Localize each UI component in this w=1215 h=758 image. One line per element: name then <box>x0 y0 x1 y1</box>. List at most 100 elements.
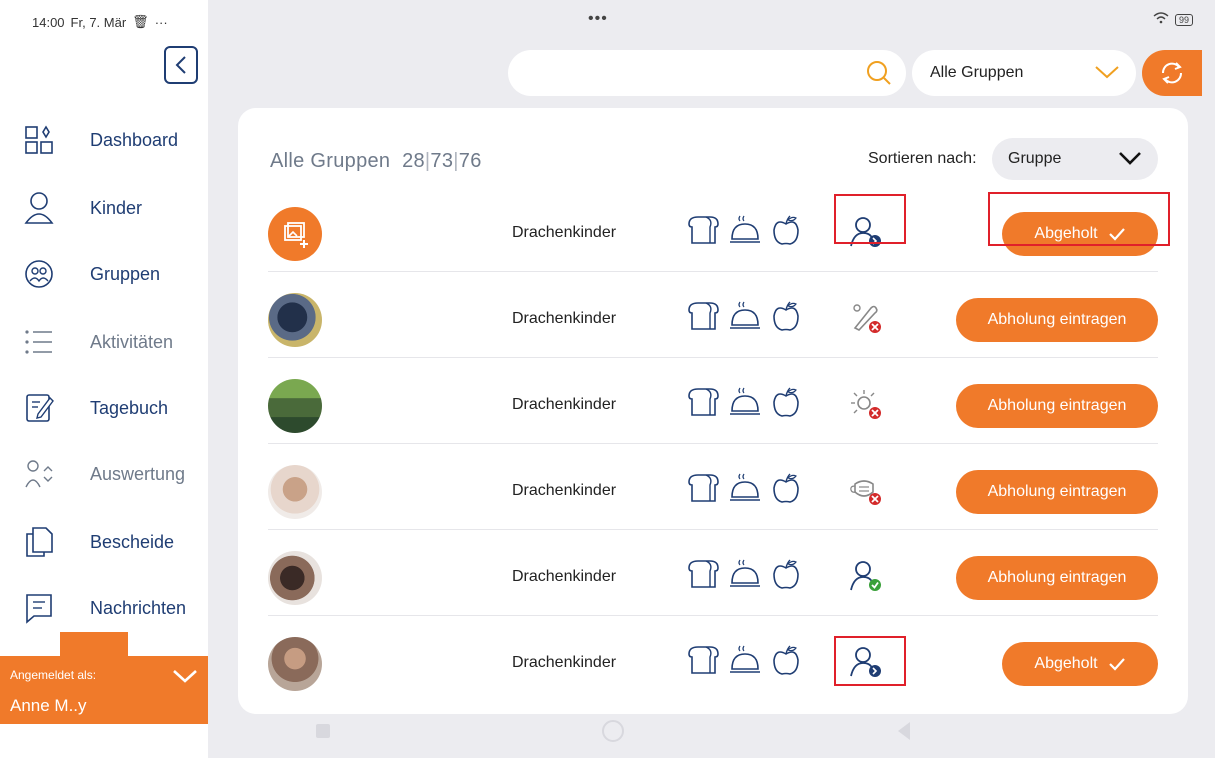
login-tab <box>60 632 128 658</box>
sidebar-item-label: Auswertung <box>90 463 186 484</box>
sidebar: 14:00 Fr, 7. Mär 🗑 ··· Dashboard Kinder … <box>0 0 208 758</box>
highlight-box <box>834 636 906 686</box>
sidebar-item-gruppen[interactable]: Gruppen <box>22 254 202 294</box>
sidebar-item-auswertung[interactable]: Auswertung <box>22 454 202 494</box>
apple-icon <box>773 215 799 245</box>
more-notifications: ··· <box>154 14 168 30</box>
group-name: Drachenkinder <box>512 310 617 327</box>
refresh-button[interactable] <box>1142 50 1202 96</box>
add-photo-icon[interactable] <box>268 207 322 261</box>
status-icons: 99 <box>1153 12 1193 27</box>
highlight-box <box>988 192 1170 246</box>
child-avatar[interactable] <box>268 465 322 519</box>
button-label: Abholung eintragen <box>987 397 1127 414</box>
meal-icons <box>686 472 802 504</box>
back-button[interactable] <box>898 722 910 740</box>
children-list-card: Alle Gruppen 28|73|76 Sortieren nach: Gr… <box>238 108 1188 714</box>
table-row[interactable]: Drachenkinder Abholung eintragen <box>268 530 1158 616</box>
refresh-icon <box>1161 62 1183 84</box>
diary-icon <box>22 391 56 425</box>
count-total: 73 <box>430 150 454 172</box>
card-title-text: Alle Gruppen <box>270 150 391 172</box>
sidebar-item-nachrichten[interactable]: Nachrichten <box>22 588 202 628</box>
date: Fr, 7. Mär <box>70 14 127 30</box>
sidebar-item-label: Nachrichten <box>90 597 187 618</box>
search-icon[interactable] <box>866 60 892 91</box>
apple-icon <box>773 387 799 417</box>
sidebar-item-label: Kinder <box>90 197 143 218</box>
search-input[interactable] <box>508 50 906 96</box>
chevron-down-icon[interactable] <box>172 668 198 689</box>
window-dots: ••• <box>588 10 608 27</box>
breakfast-icon <box>688 474 719 502</box>
user-name: Anne M..y <box>10 696 87 715</box>
evaluation-icon <box>22 457 56 491</box>
lunch-icon <box>730 559 760 587</box>
button-label: Abholung eintragen <box>987 483 1127 500</box>
thermometer-cross-icon[interactable] <box>846 300 886 336</box>
clock: 14:00 <box>32 14 65 30</box>
register-pickup-button[interactable]: Abholung eintragen <box>956 470 1158 514</box>
collapse-sidebar-button[interactable] <box>164 46 198 84</box>
register-pickup-button[interactable]: Abholung eintragen <box>956 298 1158 342</box>
person-check-icon[interactable] <box>846 558 886 594</box>
wifi-icon <box>1153 12 1169 27</box>
table-row[interactable]: Drachenkinder Abholung eintragen <box>268 272 1158 358</box>
table-row[interactable]: Drachenkinder Abgeholt <box>268 186 1170 272</box>
count-registered: 76 <box>458 150 482 172</box>
sort-label: Sortieren nach: <box>868 150 977 167</box>
breakfast-icon <box>688 216 719 244</box>
child-avatar[interactable] <box>268 293 322 347</box>
sidebar-item-label: Dashboard <box>90 129 179 150</box>
sidebar-item-label: Bescheide <box>90 531 175 552</box>
sidebar-item-tagebuch[interactable]: Tagebuch <box>22 388 202 428</box>
documents-icon <box>22 525 56 559</box>
child-avatar[interactable] <box>268 551 322 605</box>
meal-icons <box>686 300 802 332</box>
status-bar: 14:00 Fr, 7. Mär 🗑 ··· <box>32 14 168 30</box>
breakfast-icon <box>688 302 719 330</box>
android-nav-bar <box>208 714 1215 758</box>
meal-icons <box>686 644 802 676</box>
sort-select[interactable]: Gruppe <box>992 138 1158 180</box>
messages-icon <box>22 591 56 625</box>
group-name: Drachenkinder <box>512 482 617 499</box>
picked-up-button[interactable]: Abgeholt <box>1002 642 1158 686</box>
group-filter-select[interactable]: Alle Gruppen <box>912 50 1136 96</box>
groups-icon <box>22 257 56 291</box>
sort-value: Gruppe <box>1008 150 1062 167</box>
register-pickup-button[interactable]: Abholung eintragen <box>956 384 1158 428</box>
sidebar-item-kinder[interactable]: Kinder <box>22 188 202 228</box>
table-row[interactable]: Drachenkinder Abgeholt <box>268 616 1158 702</box>
table-row[interactable]: Drachenkinder Abholung eintragen <box>268 358 1158 444</box>
breakfast-icon <box>688 388 719 416</box>
meal-icons <box>686 214 802 246</box>
recents-button[interactable] <box>316 724 330 738</box>
child-avatar[interactable] <box>268 379 322 433</box>
sidebar-item-dashboard[interactable]: Dashboard <box>22 120 202 160</box>
chevron-down-icon <box>1094 64 1120 85</box>
highlight-box <box>834 194 906 244</box>
logged-in-user[interactable]: Angemeldet als: Anne M..y <box>0 656 208 724</box>
button-label: Abgeholt <box>1034 655 1098 672</box>
sun-cross-icon[interactable] <box>846 386 886 422</box>
apple-icon <box>773 645 799 675</box>
count-present: 28 <box>402 150 425 172</box>
mask-cross-icon[interactable] <box>846 472 886 508</box>
chevron-down-icon <box>1118 150 1142 171</box>
apple-icon <box>773 559 799 589</box>
table-row[interactable]: Drachenkinder Abholung eintragen <box>268 444 1158 530</box>
logged-in-label: Angemeldet als: <box>10 668 97 682</box>
breakfast-icon <box>688 560 719 588</box>
child-avatar[interactable] <box>268 637 322 691</box>
meal-icons <box>686 558 802 590</box>
button-label: Abholung eintragen <box>987 569 1127 586</box>
apple-icon <box>773 473 799 503</box>
sidebar-item-label: Aktivitäten <box>90 331 174 352</box>
lunch-icon <box>730 215 760 243</box>
register-pickup-button[interactable]: Abholung eintragen <box>956 556 1158 600</box>
home-button[interactable] <box>602 720 624 742</box>
sidebar-item-aktivitaeten[interactable]: Aktivitäten <box>22 322 202 362</box>
button-label: Abholung eintragen <box>987 311 1127 328</box>
sidebar-item-bescheide[interactable]: Bescheide <box>22 522 202 562</box>
